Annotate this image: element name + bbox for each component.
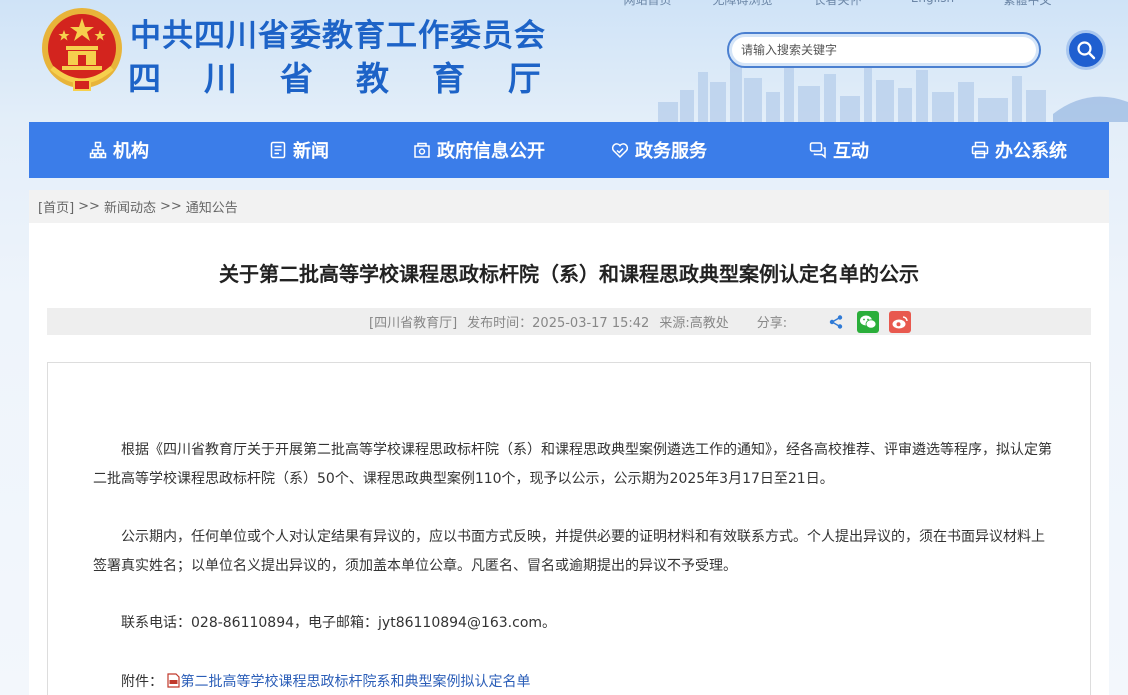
nav-label-interaction: 互动 <box>833 141 869 162</box>
wechat-share-icon[interactable] <box>857 310 880 333</box>
article-paragraph: 联系电话：028-86110894，电子邮箱：jyt86110894@163.c… <box>121 615 557 631</box>
breadcrumb-separator: >> <box>78 199 100 214</box>
breadcrumb-news[interactable]: 新闻动态 <box>104 197 156 216</box>
office-system-icon <box>971 141 989 159</box>
nav-label-service: 政务服务 <box>635 141 707 162</box>
article-body: 根据《四川省教育厅关于开展第二批高等学校课程思政标杆院（系）和课程思政典型案例遴… <box>47 362 1091 695</box>
nav-item-interaction[interactable]: 互动 <box>749 122 929 178</box>
attachment-link[interactable]: 第二批高等学校课程思政标杆院系和典型案例拟认定名单 <box>180 674 530 690</box>
site-title: 中共四川省委教育工作委员会 <box>130 18 546 54</box>
top-link-home[interactable]: 网站首页 <box>600 0 695 8</box>
org-chart-icon <box>89 141 107 159</box>
search-input[interactable] <box>729 34 1019 66</box>
breadcrumb-home[interactable]: [首页] <box>38 197 74 216</box>
article-meta: [四川省教育厅] 发布时间：2025-03-17 15:42 来源:高教处 分享… <box>47 308 1091 335</box>
top-links: 网站首页 无障碍浏览 长者关怀 English 繁體中文 <box>600 0 1128 8</box>
main-content: [首页] >> 新闻动态 >> 通知公告 关于第二批高等学校课程思政标杆院（系）… <box>29 190 1109 695</box>
article-title: 关于第二批高等学校课程思政标杆院（系）和课程思政典型案例认定名单的公示 <box>219 262 919 286</box>
search-box <box>727 32 1041 68</box>
meta-publish-time: 发布时间：2025-03-17 15:42 <box>467 316 650 331</box>
breadcrumb: [首页] >> 新闻动态 >> 通知公告 <box>29 190 1109 223</box>
nav-item-info-open[interactable]: 政府信息公开 <box>389 122 569 178</box>
national-emblem-logo <box>42 8 122 91</box>
pdf-file-icon <box>167 673 181 688</box>
nav-item-news[interactable]: 新闻 <box>209 122 389 178</box>
site-header: 网站首页 无障碍浏览 长者关怀 English 繁體中文 <box>0 0 1128 122</box>
nav-item-org[interactable]: 机构 <box>29 122 209 178</box>
top-link-accessibility[interactable]: 无障碍浏览 <box>695 0 790 8</box>
top-link-english[interactable]: English <box>885 0 980 8</box>
nav-label-office: 办公系统 <box>995 141 1067 162</box>
share-icon[interactable] <box>825 311 847 333</box>
info-open-icon <box>414 142 430 158</box>
top-link-elderly[interactable]: 长者关怀 <box>790 0 885 8</box>
article-paragraph: 公示期内，任何单位或个人对认定结果有异议的，应以书面方式反映，并提供必要的证明材… <box>93 529 1045 574</box>
breadcrumb-separator: >> <box>159 199 182 214</box>
search-icon <box>1077 41 1096 60</box>
meta-source: 来源:高教处 <box>659 316 729 331</box>
nav-label-info-open: 政府信息公开 <box>437 141 545 162</box>
nav-item-service[interactable]: 政务服务 <box>569 122 749 178</box>
service-heart-icon <box>611 143 629 159</box>
news-icon <box>270 141 286 159</box>
nav-label-org: 机构 <box>113 141 149 162</box>
interaction-icon <box>809 142 826 159</box>
meta-publisher: [四川省教育厅] <box>369 316 458 331</box>
main-nav: 机构 新闻 政府信息公开 政务服务 互动 办公系统 <box>29 122 1109 178</box>
breadcrumb-notices[interactable]: 通知公告 <box>186 197 238 216</box>
site-subtitle: 四川省教育厅 <box>128 59 584 98</box>
nav-label-news: 新闻 <box>293 141 329 162</box>
article-paragraph: 根据《四川省教育厅关于开展第二批高等学校课程思政标杆院（系）和课程思政典型案例遴… <box>93 442 1052 487</box>
attachment-label: 附件： <box>121 674 163 690</box>
search-button[interactable] <box>1066 30 1106 70</box>
weibo-share-icon[interactable] <box>889 310 912 333</box>
top-link-traditional[interactable]: 繁體中文 <box>980 0 1075 8</box>
meta-share-label: 分享: <box>756 316 788 331</box>
nav-item-office[interactable]: 办公系统 <box>929 122 1109 178</box>
attachment-line: 附件： 第二批高等学校课程思政标杆院系和典型案例拟认定名单 <box>93 668 1053 695</box>
